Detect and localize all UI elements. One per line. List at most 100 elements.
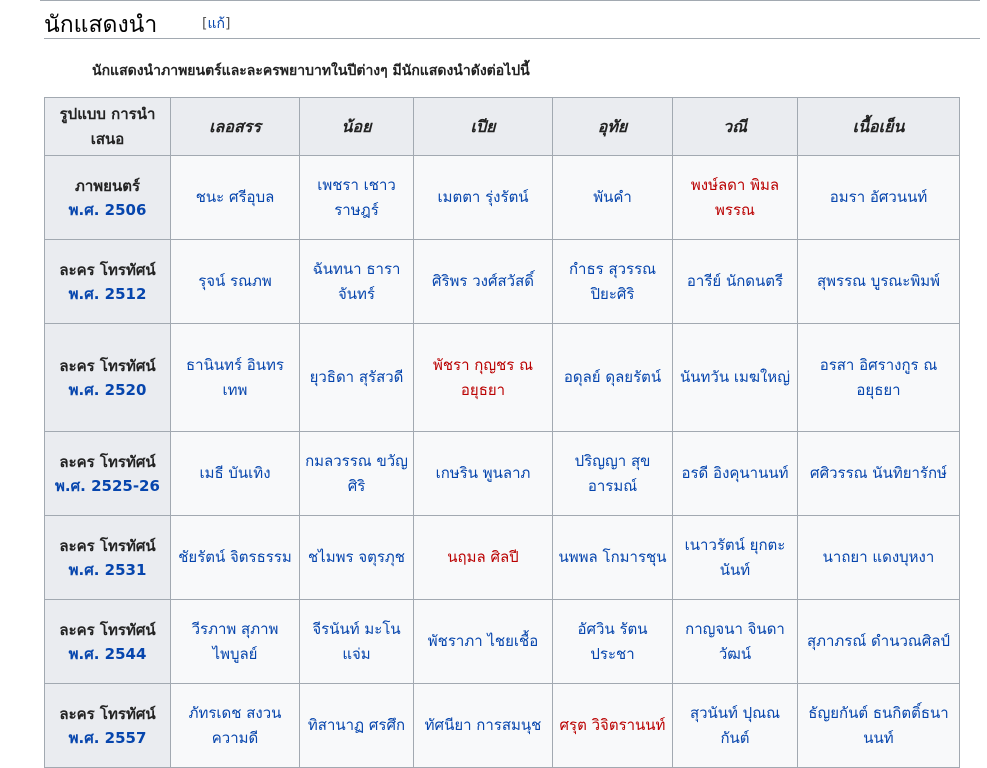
actor-link[interactable]: อรดี อิงคุนานนท์ (681, 464, 788, 482)
character-header: น้อย (299, 97, 414, 156)
actor-link[interactable]: ทิสานาฏ ศรศึก (308, 716, 405, 734)
actor-redlink[interactable]: พัชรา กุญชร ณ อยุธยา (433, 356, 533, 399)
actor-link[interactable]: นาถยา แดงบุหงา (823, 548, 935, 566)
actor-link[interactable]: กมลวรรณ ขวัญศิริ (305, 452, 408, 495)
actor-redlink[interactable]: พงษ์ลดา พิมลพรรณ (691, 176, 779, 219)
actor-link[interactable]: สุภาภรณ์ ดำนวณศิลป์ (807, 632, 950, 650)
year-link[interactable]: พ.ศ. 2525-26 (49, 474, 166, 498)
cast-cell: ชไมพร จตุรภุช (299, 515, 414, 600)
top-divider (40, 0, 980, 1)
actor-link[interactable]: นพพล โกมารชุน (559, 548, 667, 566)
row-header: ละคร โทรทัศน์พ.ศ. 2520 (44, 323, 171, 432)
cast-cell: ยุวธิดา สุรัสวดี (299, 323, 414, 432)
actor-link[interactable]: เมธี บันเทิง (199, 464, 270, 482)
actor-link[interactable]: อดุลย์ ดุลยรัตน์ (564, 368, 661, 386)
cast-cell: กมลวรรณ ขวัญศิริ (299, 431, 414, 516)
row-header: ละคร โทรทัศน์ พ.ศ. 2531 (44, 515, 171, 600)
cast-cell: นันทวัน เมฆใหญ่ (672, 323, 798, 432)
cast-cell: รุจน์ รณภพ (170, 239, 300, 324)
actor-link[interactable]: ฉันทนา ธาราจันทร์ (313, 260, 401, 303)
cast-cell: เพชรา เชาวราษฎร์ (299, 155, 414, 240)
table-row: ละคร โทรทัศน์พ.ศ. 2520 ธานินทร์ อินทรเทพ ย… (44, 323, 960, 432)
intro-paragraph: นักแสดงนำภาพยนตร์และละครพยาบาทในปีต่างๆ … (92, 63, 530, 79)
cast-cell: กาญจนา จินดาวัฒน์ (672, 599, 798, 684)
actor-link[interactable]: อรสา อิศรางกูร ณ อยุธยา (820, 356, 938, 399)
cast-cell: พัชรา กุญชร ณ อยุธยา (413, 323, 553, 432)
cast-cell: ศศิวรรณ นันทิยารักษ์ (797, 431, 960, 516)
actor-link[interactable]: สุวนันท์ ปุณณกันต์ (690, 704, 780, 747)
cast-cell: ภัทรเดช สงวนความดี (170, 683, 300, 768)
actor-link[interactable]: ทัศนียา การสมนุช (425, 716, 542, 734)
table-header-row: รูปแบบ การนำเสนอ เลอสรร น้อย เปีย อุทัย … (44, 97, 960, 156)
format-label: ละคร โทรทัศน์ (59, 704, 156, 723)
cast-cell: อรดี อิงคุนานนท์ (672, 431, 798, 516)
cast-table: รูปแบบ การนำเสนอ เลอสรร น้อย เปีย อุทัย … (44, 97, 960, 768)
actor-link[interactable]: พันคำ (593, 188, 632, 206)
section-heading: นักแสดงนำ [แก้] (44, 4, 980, 39)
format-label: ละคร โทรทัศน์ (59, 356, 156, 375)
actor-redlink[interactable]: นฤมล ศิลปี (447, 548, 518, 566)
actor-link[interactable]: ศิริพร วงศ์สวัสดิ์ (432, 272, 534, 290)
year-link[interactable]: พ.ศ. 2506 (49, 198, 166, 222)
actor-link[interactable]: ธัญยกันต์ ธนกิตติ์ธนานนท์ (808, 704, 948, 747)
actor-link[interactable]: รุจน์ รณภพ (198, 272, 272, 290)
actor-link[interactable]: กาญจนา จินดาวัฒน์ (685, 620, 785, 663)
actor-link[interactable]: เนาวรัตน์ ยุกตะนันท์ (685, 536, 786, 579)
edit-bracket-close: ] (224, 16, 231, 32)
actor-link[interactable]: อมรา อัศวนนท์ (830, 188, 928, 206)
cast-cell: ธานินทร์ อินทรเทพ (170, 323, 300, 432)
actor-link[interactable]: ชไมพร จตุรภุช (308, 548, 405, 566)
character-header: อุทัย (552, 97, 673, 156)
cast-cell: สุพรรณ บูรณะพิมพ์ (797, 239, 960, 324)
actor-link[interactable]: นันทวัน เมฆใหญ่ (680, 368, 790, 386)
cast-cell: อัศวิน รัตนประชา (552, 599, 673, 684)
cast-cell: ปริญญา สุขอารมณ์ (552, 431, 673, 516)
actor-link[interactable]: อัศวิน รัตนประชา (577, 620, 647, 663)
year-link[interactable]: พ.ศ. 2531 (49, 558, 166, 582)
actor-redlink[interactable]: ศรุต วิจิตรานนท์ (560, 716, 666, 734)
cast-cell: ทัศนียา การสมนุช (413, 683, 553, 768)
year-link[interactable]: พ.ศ. 2557 (49, 726, 166, 750)
actor-link[interactable]: อารีย์ นักดนตรี (687, 272, 783, 290)
row-header: ละคร โทรทัศน์พ.ศ. 2525-26 (44, 431, 171, 516)
actor-link[interactable]: วีรภาพ สุภาพไพบูลย์ (192, 620, 279, 663)
actor-link[interactable]: ภัทรเดช สงวนความดี (189, 704, 282, 747)
actor-link[interactable]: ปริญญา สุขอารมณ์ (575, 452, 651, 495)
actor-link[interactable]: เกษริน พูนลาภ (436, 464, 531, 482)
actor-link[interactable]: ธานินทร์ อินทรเทพ (186, 356, 284, 399)
edit-section-link[interactable]: แก้ (207, 16, 225, 32)
format-label: ละคร โทรทัศน์ (59, 260, 156, 279)
table-row: ละคร โทรทัศน์ พ.ศ. 2531 ชัยรัตน์ จิตรธรรม ช… (44, 515, 960, 600)
year-link[interactable]: พ.ศ. 2520 (49, 378, 166, 402)
actor-link[interactable]: ชนะ ศรีอุบล (196, 188, 275, 206)
cast-cell: พงษ์ลดา พิมลพรรณ (672, 155, 798, 240)
section-title: นักแสดงนำ (44, 12, 158, 38)
cast-cell: ฉันทนา ธาราจันทร์ (299, 239, 414, 324)
cast-cell: อดุลย์ ดุลยรัตน์ (552, 323, 673, 432)
actor-link[interactable]: จีรนันท์ มะโนแจ่ม (312, 620, 400, 663)
cast-cell: สุวนันท์ ปุณณกันต์ (672, 683, 798, 768)
cast-cell: พันคำ (552, 155, 673, 240)
cast-cell: เนาวรัตน์ ยุกตะนันท์ (672, 515, 798, 600)
character-header: เปีย (413, 97, 553, 156)
actor-link[interactable]: กำธร สุวรรณปิยะศิริ (569, 260, 656, 303)
year-link[interactable]: พ.ศ. 2512 (49, 282, 166, 306)
actor-link[interactable]: สุพรรณ บูรณะพิมพ์ (817, 272, 940, 290)
actor-link[interactable]: เมตตา รุ่งรัตน์ (437, 188, 528, 206)
row-header: ละคร โทรทัศน์พ.ศ. 2544 (44, 599, 171, 684)
actor-link[interactable]: พัชราภา ไชยเชื้อ (428, 632, 538, 650)
character-header: วณี (672, 97, 798, 156)
table-row: ละคร โทรทัศน์พ.ศ. 2525-26 เมธี บันเทิง กมล… (44, 431, 960, 516)
actor-link[interactable]: ยุวธิดา สุรัสวดี (310, 368, 404, 386)
format-label: ละคร โทรทัศน์ (59, 620, 156, 639)
actor-link[interactable]: ศศิวรรณ นันทิยารักษ์ (810, 464, 947, 482)
cast-cell: ศิริพร วงศ์สวัสดิ์ (413, 239, 553, 324)
actor-link[interactable]: เพชรา เชาวราษฎร์ (317, 176, 396, 219)
format-label: ภาพยนตร์ (74, 176, 141, 195)
cast-cell: นฤมล ศิลปี (413, 515, 553, 600)
table-row: ละคร โทรทัศน์พ.ศ. 2544 วีรภาพ สุภาพไพบูลย… (44, 599, 960, 684)
year-link[interactable]: พ.ศ. 2544 (49, 642, 166, 666)
format-label: ละคร โทรทัศน์ (59, 452, 156, 471)
actor-link[interactable]: ชัยรัตน์ จิตรธรรม (178, 548, 292, 566)
cast-cell: เกษริน พูนลาภ (413, 431, 553, 516)
